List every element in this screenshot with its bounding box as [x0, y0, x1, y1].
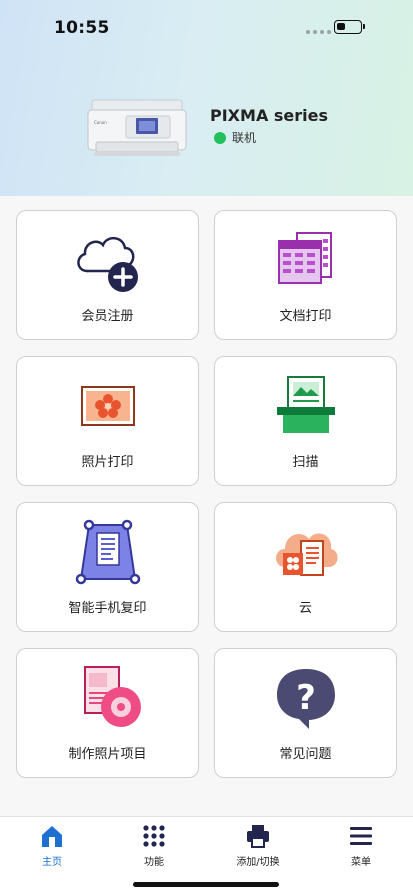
tile-label: 照片打印 [81, 455, 134, 470]
tile-document-print[interactable]: 文档打印 [214, 210, 397, 340]
tab-label: 添加/切换 [236, 857, 280, 868]
cloud-icon [275, 533, 338, 576]
faq-icon: ? [276, 669, 335, 729]
svg-text:Canon: Canon [94, 120, 107, 125]
svg-text:?: ? [296, 678, 316, 718]
tile-label: 会员注册 [81, 309, 134, 324]
printer-image[interactable]: Canon [86, 96, 188, 158]
grid-icon [143, 825, 165, 847]
tile-photo-project[interactable]: 制作照片项目 [16, 648, 199, 778]
battery-icon [334, 20, 365, 34]
tab-add-switch[interactable]: 添加/切换 [218, 823, 298, 868]
function-grid: 会员注册 文档打印 照片打印 扫描 智能手机复印 云 制作照片项目 ? 常见问题 [0, 196, 413, 816]
tile-label: 文档打印 [279, 309, 332, 324]
status-time: 10:55 [54, 18, 110, 38]
tab-functions[interactable]: 功能 [114, 823, 194, 868]
tile-photo-print[interactable]: 照片打印 [16, 356, 199, 486]
photo-project-icon [83, 666, 141, 727]
home-icon [42, 826, 62, 847]
status-bar: 10:55 [0, 0, 413, 56]
tile-cloud[interactable]: 云 [214, 502, 397, 632]
tile-label: 云 [298, 601, 312, 616]
menu-icon [350, 827, 372, 845]
tab-home[interactable]: 主页 [12, 823, 92, 868]
signal-icon [306, 30, 331, 34]
tab-menu[interactable]: 菜单 [321, 823, 401, 868]
printer-icon [247, 825, 269, 848]
tab-label: 菜单 [351, 857, 371, 868]
printer-name[interactable]: PIXMA series [210, 106, 328, 125]
scan-icon [276, 376, 335, 433]
header: 10:55 Canon PIXMA series 联机 [0, 0, 413, 196]
online-status-dot [214, 131, 226, 144]
printer-status-label: 联机 [232, 131, 257, 145]
tile-label: 常见问题 [279, 747, 332, 762]
tab-label: 功能 [144, 857, 164, 868]
tile-faq[interactable]: ? 常见问题 [214, 648, 397, 778]
cloud-plus-icon [76, 237, 138, 292]
home-indicator[interactable] [133, 882, 279, 887]
tile-label: 制作照片项目 [68, 747, 147, 762]
tab-label: 主页 [42, 857, 62, 868]
tile-label: 智能手机复印 [68, 601, 147, 616]
tile-scan[interactable]: 扫描 [214, 356, 397, 486]
tile-member-registration[interactable]: 会员注册 [16, 210, 199, 340]
document-print-icon [277, 232, 332, 284]
tile-smartphone-copy[interactable]: 智能手机复印 [16, 502, 199, 632]
smartphone-copy-icon [75, 519, 140, 585]
printer-status: 联机 [214, 129, 256, 146]
tile-label: 扫描 [292, 455, 319, 470]
photo-print-icon [80, 386, 135, 426]
